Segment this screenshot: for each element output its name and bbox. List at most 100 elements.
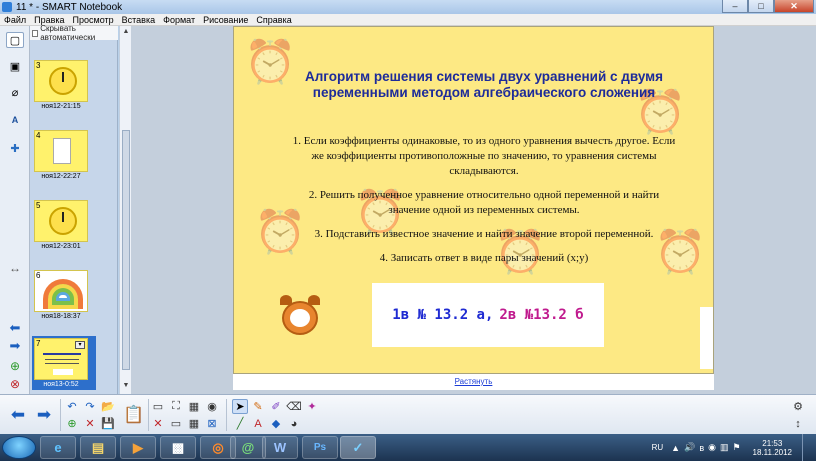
text-icon[interactable]: A xyxy=(250,416,266,431)
attachments-icon[interactable]: ⌀ xyxy=(6,84,24,100)
close-button[interactable]: ✕ xyxy=(774,0,814,13)
antivirus-icon[interactable]: ◉ xyxy=(708,442,716,453)
shapes-icon[interactable]: ◆ xyxy=(268,416,284,431)
slide-heading[interactable]: Алгоритм решения системы двух уравнений … xyxy=(274,69,694,101)
minimize-button[interactable]: – xyxy=(722,0,748,13)
page-caption: ноя18-18:37 xyxy=(41,313,81,320)
page-footer: Растянуть xyxy=(233,374,714,390)
previous-page-icon[interactable]: ⬅ xyxy=(6,404,30,426)
page-caption: ноя12-23:01 xyxy=(41,243,81,250)
offpage-object[interactable] xyxy=(700,307,713,369)
next-page-icon[interactable]: ➡ xyxy=(32,404,56,426)
fill-icon[interactable]: ◕ xyxy=(286,416,302,431)
thumbnail-menu-icon[interactable]: ▾ xyxy=(75,341,85,349)
pens-icon[interactable]: ✎ xyxy=(250,399,266,414)
word-icon[interactable]: W xyxy=(262,436,298,459)
menu-draw[interactable]: Рисование xyxy=(199,15,252,25)
show-desktop-button[interactable] xyxy=(802,434,812,461)
title-bar: 11 * - SMART Notebook – □ ✕ xyxy=(0,0,816,14)
thumbnail-text-line xyxy=(45,359,79,360)
page-sorter-icon[interactable]: ▢ xyxy=(6,32,24,48)
agent-icon[interactable]: @ xyxy=(230,436,266,459)
sorter-scrollbar[interactable]: ▲ ▼ xyxy=(119,26,131,394)
move-toolbar-icon[interactable]: ↕ xyxy=(790,416,806,431)
capture-icon[interactable]: ⊠ xyxy=(204,416,220,431)
extend-page-link[interactable]: Растянуть xyxy=(455,377,493,386)
redo-icon[interactable]: ↷ xyxy=(82,399,98,414)
page-thumbnail[interactable]: 5 ноя12-23:01 xyxy=(34,200,92,250)
add-page-icon[interactable]: ⊕ xyxy=(64,416,80,431)
menu-view[interactable]: Просмотр xyxy=(69,15,118,25)
explorer-icon[interactable]: ▤ xyxy=(80,436,116,459)
gallery-icon[interactable]: ▣ xyxy=(6,58,24,74)
step-1: 1. Если коэффициенты одинаковые, то из о… xyxy=(292,135,676,177)
undo-icon[interactable]: ↶ xyxy=(64,399,80,414)
screen-shade-icon[interactable]: ▭ xyxy=(150,399,166,414)
thumbnail-image: 4 xyxy=(34,130,88,172)
delete-page-side-icon[interactable]: ⊗ xyxy=(6,376,24,392)
creative-pens-icon[interactable]: ✐ xyxy=(268,399,284,414)
scroll-down-icon[interactable]: ▼ xyxy=(122,382,130,390)
clapperboard-icon[interactable]: ▩ xyxy=(160,436,196,459)
scrollbar-thumb[interactable] xyxy=(122,130,130,370)
page-view-icon[interactable]: ▭ xyxy=(168,416,184,431)
media-player-icon[interactable]: ▶ xyxy=(120,436,156,459)
taskbar: e ▤ ▶ ▩ ◎ @ W Ps ✓ RU ▲ 🔊 ʙ ◉ ▥ ⚑ 21:53 … xyxy=(0,434,816,461)
menu-edit[interactable]: Правка xyxy=(30,15,68,25)
next-page-side-icon[interactable]: ➡ xyxy=(6,338,24,354)
menu-file[interactable]: Файл xyxy=(0,15,30,25)
smart-notebook-icon[interactable]: ✓ xyxy=(340,436,376,459)
delete-icon[interactable]: ✕ xyxy=(82,416,98,431)
clock[interactable]: 21:53 18.11.2012 xyxy=(753,439,792,457)
page-thumbnail-selected[interactable]: 7 ▾ ноя13-0:52 xyxy=(32,336,96,390)
save-icon[interactable]: 💾 xyxy=(100,416,116,431)
page-caption: ноя12-22:27 xyxy=(41,173,81,180)
table-icon[interactable]: ▦ xyxy=(186,399,202,414)
action-center-icon[interactable]: ⚑ xyxy=(732,442,740,453)
paste-icon[interactable]: 📋 xyxy=(122,404,146,426)
open-icon[interactable]: 📂 xyxy=(100,399,116,414)
homework-variant-1: 1в № 13.2 а, xyxy=(392,307,494,323)
auto-hide-checkbox[interactable]: Скрывать автоматически xyxy=(30,24,118,42)
page-thumbnail[interactable]: 4 ноя12-22:27 xyxy=(34,130,92,180)
network-icon[interactable]: ▥ xyxy=(720,442,729,453)
grid-icon[interactable]: ▦ xyxy=(186,416,202,431)
scroll-up-icon[interactable]: ▲ xyxy=(122,28,130,36)
algorithm-steps[interactable]: 1. Если коэффициенты одинаковые, то из о… xyxy=(289,134,679,275)
previous-page-side-icon[interactable]: ⬅ xyxy=(6,320,24,336)
panel-resize-icon[interactable]: ↔ xyxy=(0,261,30,275)
page-thumbnail[interactable]: 3 ноя12-21:15 xyxy=(34,60,92,110)
auto-hide-check-box[interactable] xyxy=(32,29,39,37)
eraser-icon[interactable]: ⌫ xyxy=(286,399,302,414)
start-button[interactable] xyxy=(2,436,36,459)
language-indicator[interactable]: RU xyxy=(652,443,664,452)
bluetooth-icon[interactable]: ʙ xyxy=(699,443,704,453)
document-camera-icon[interactable]: ◉ xyxy=(204,399,220,414)
properties-icon[interactable]: A xyxy=(6,112,24,128)
add-page-side-icon[interactable]: ⊕ xyxy=(6,358,24,374)
thumbnail-text-line xyxy=(43,353,81,355)
select-icon[interactable]: ➤ xyxy=(232,399,248,414)
alarm-clock-icon[interactable] xyxy=(278,295,322,335)
slide-page[interactable]: ⏰ ⏰ ⏰ ⏰ ⏰ ⏰ Алгоритм решения системы дву… xyxy=(233,26,714,374)
system-tray: RU ▲ 🔊 ʙ ◉ ▥ ⚑ 21:53 18.11.2012 xyxy=(652,434,812,461)
thumbnail-image: 7 ▾ xyxy=(34,338,88,380)
homework-box[interactable]: 1в № 13.2 а, 2в №13.2 б xyxy=(372,283,604,347)
magic-pen-icon[interactable]: ✦ xyxy=(304,399,320,414)
internet-explorer-icon[interactable]: e xyxy=(40,436,76,459)
lines-icon[interactable]: ╱ xyxy=(232,416,248,431)
volume-icon[interactable]: 🔊 xyxy=(684,442,695,453)
photoshop-icon[interactable]: Ps xyxy=(302,436,338,459)
page-caption: ноя12-21:15 xyxy=(41,103,81,110)
menu-help[interactable]: Справка xyxy=(252,15,295,25)
menu-format[interactable]: Формат xyxy=(159,15,199,25)
maximize-button[interactable]: □ xyxy=(748,0,774,13)
auto-hide-label: Скрывать автоматически xyxy=(40,24,96,42)
addons-icon[interactable]: ✚ xyxy=(6,140,24,156)
menu-insert[interactable]: Вставка xyxy=(118,15,159,25)
page-thumbnail[interactable]: 6 ноя18-18:37 xyxy=(34,270,92,320)
full-screen-icon[interactable]: ⛶ xyxy=(168,399,184,414)
settings-icon[interactable]: ⚙ xyxy=(790,399,806,414)
tray-arrow-icon[interactable]: ▲ xyxy=(671,443,680,453)
clear-page-icon[interactable]: ✕ xyxy=(150,416,166,431)
